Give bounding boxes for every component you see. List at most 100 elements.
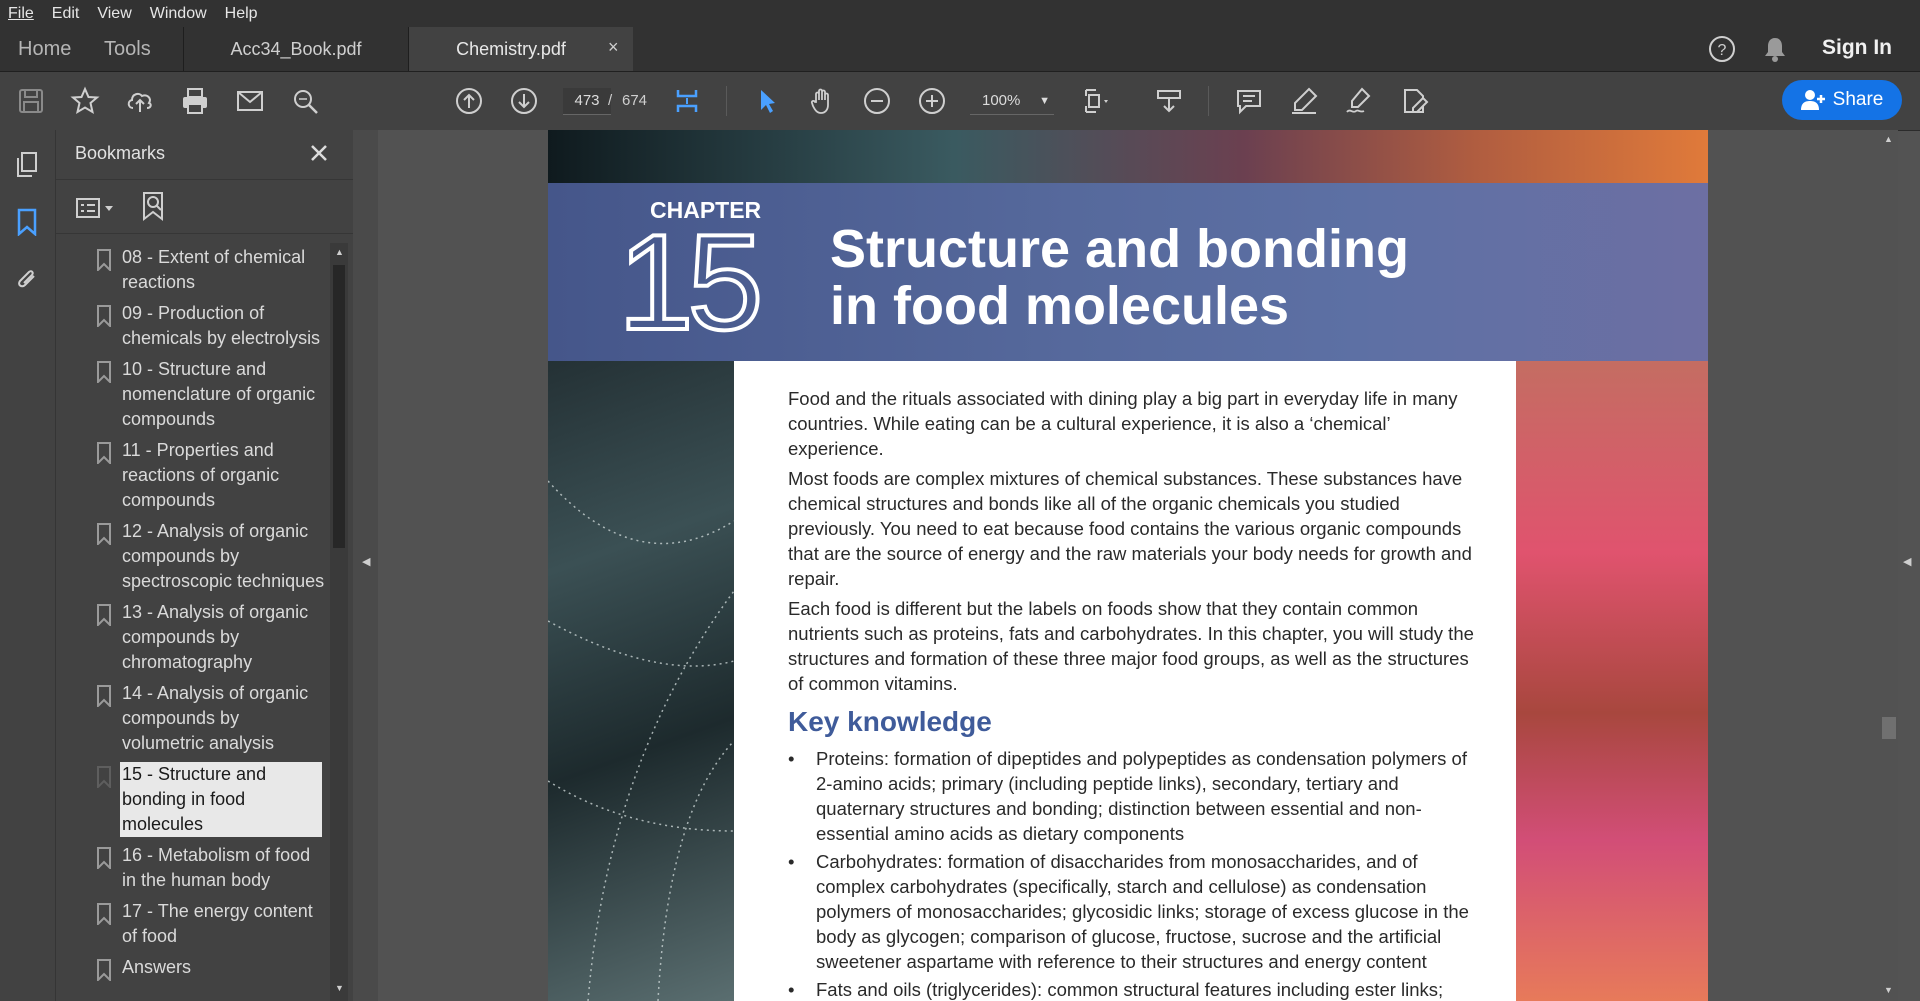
panel-divider — [56, 233, 353, 234]
bookmark-label: Answers — [122, 957, 192, 977]
chapter-banner: CHAPTER 15 Structure and bonding in food… — [548, 183, 1708, 361]
zoom-select[interactable]: 100% ▼ — [970, 88, 1054, 115]
previous-page-icon[interactable] — [452, 84, 486, 118]
bookmark-label: 15 - Structure and bonding in food molec… — [120, 762, 322, 837]
left-navigation-rail — [0, 130, 56, 1001]
page-thumbnails-icon[interactable] — [12, 150, 42, 180]
bookmark-label: 12 - Analysis of organic compounds by sp… — [122, 521, 325, 591]
close-panel-icon[interactable] — [308, 142, 330, 164]
bookmark-options-icon[interactable] — [75, 194, 119, 222]
scrollbar-thumb[interactable] — [1882, 717, 1896, 739]
star-icon[interactable] — [68, 84, 102, 118]
read-mode-icon[interactable] — [1152, 84, 1186, 118]
bookmark-label: 17 - The energy content of food — [122, 901, 313, 946]
bookmark-label: 14 - Analysis of organic compounds by vo… — [122, 683, 309, 753]
zoom-in-icon[interactable] — [915, 84, 949, 118]
cover-photo-left — [548, 361, 735, 1001]
find-bookmark-icon[interactable] — [140, 190, 170, 222]
bookmark-list: 08 - Extent of chemical reactions 09 - P… — [56, 245, 332, 1001]
sign-in-link[interactable]: Sign In — [1822, 36, 1892, 60]
body-text: Food and the rituals associated with din… — [788, 386, 1488, 1001]
tab-home[interactable]: Home — [18, 27, 71, 71]
bookmarks-title: Bookmarks — [75, 143, 166, 163]
highlight-pen-icon[interactable] — [1287, 84, 1321, 118]
panel-resize-handle[interactable]: ◀ — [353, 130, 378, 1001]
bookmark-icon — [97, 604, 111, 626]
page-number-input[interactable]: 473 — [563, 88, 611, 115]
page-content: Food and the rituals associated with din… — [734, 361, 1516, 1001]
next-page-icon[interactable] — [507, 84, 541, 118]
share-button[interactable]: Share — [1782, 80, 1902, 120]
select-cursor-icon[interactable] — [750, 84, 784, 118]
comment-icon[interactable] — [1232, 84, 1266, 118]
intro-paragraph-3: Each food is different but the labels on… — [788, 598, 1474, 694]
scroll-down-icon[interactable]: ▼ — [335, 983, 344, 993]
scrollbar-thumb[interactable] — [333, 265, 345, 548]
stamp-edit-icon[interactable] — [1397, 84, 1431, 118]
bookmarks-panel: Bookmarks 08 - Extent of chemical reacti… — [56, 130, 353, 1001]
chapter-title-line2: in food molecules — [830, 276, 1290, 336]
hand-tool-icon[interactable] — [805, 84, 839, 118]
svg-text:?: ? — [1718, 42, 1727, 59]
document-scrollbar[interactable]: ▲ ▼ — [1880, 130, 1898, 1001]
bookmark-label: 13 - Analysis of organic compounds by ch… — [122, 602, 309, 672]
share-label: Share — [1832, 89, 1884, 110]
chevron-down-icon: ▼ — [1039, 95, 1050, 107]
close-tab-icon[interactable]: × — [608, 37, 619, 58]
zoom-out-icon[interactable] — [860, 84, 894, 118]
help-icon[interactable]: ? — [1708, 35, 1736, 63]
scroll-up-icon[interactable]: ▲ — [1884, 134, 1893, 144]
tab-tools[interactable]: Tools — [104, 27, 151, 71]
bookmark-label: 10 - Structure and nomenclature of organ… — [122, 359, 316, 429]
bell-icon[interactable] — [1762, 35, 1788, 63]
intro-paragraph-2: Most foods are complex mixtures of chemi… — [788, 468, 1472, 589]
print-icon[interactable] — [178, 84, 212, 118]
bookmark-icon — [97, 361, 111, 383]
bookmark-label: 08 - Extent of chemical reactions — [122, 247, 306, 292]
menu-help[interactable]: Help — [225, 5, 258, 23]
bookmark-icon — [97, 305, 111, 327]
menu-edit[interactable]: Edit — [52, 5, 80, 23]
mail-icon[interactable] — [233, 84, 267, 118]
bookmark-scrollbar[interactable]: ▲ ▼ — [330, 243, 348, 1001]
cover-photo-top — [548, 130, 1708, 183]
bookmark-panel-icon[interactable] — [12, 207, 42, 237]
zoom-value: 100% — [982, 92, 1021, 109]
save-icon[interactable] — [14, 84, 48, 118]
attachment-icon[interactable] — [12, 263, 42, 293]
fit-page-icon[interactable] — [1080, 84, 1114, 118]
tab-document-chemistry[interactable]: Chemistry.pdf — [409, 27, 633, 71]
toolbar-divider — [726, 86, 727, 116]
tab-document-acc34[interactable]: Acc34_Book.pdf — [184, 27, 408, 71]
bookmark-icon — [97, 249, 111, 271]
draw-signature-icon[interactable] — [1342, 84, 1376, 118]
menu-window[interactable]: Window — [150, 5, 207, 23]
tab-bar: Home Tools Acc34_Book.pdf Chemistry.pdf … — [0, 27, 1920, 72]
page-separator: / — [608, 92, 613, 109]
key-knowledge-bullet: Fats and oils (triglycerides): common st… — [788, 977, 1488, 1001]
scroll-mode-icon[interactable] — [670, 84, 704, 118]
bookmark-icon — [97, 442, 111, 464]
bookmark-icon — [97, 766, 111, 788]
bookmark-label: 09 - Production of chemicals by electrol… — [122, 303, 321, 348]
menu-view[interactable]: View — [97, 5, 131, 23]
page-total: 674 — [622, 92, 648, 109]
intro-paragraph-1: Food and the rituals associated with din… — [788, 388, 1458, 459]
bookmark-icon — [97, 523, 111, 545]
bookmark-icon — [97, 903, 111, 925]
bookmark-icon — [97, 959, 111, 981]
cloud-upload-icon[interactable] — [123, 84, 157, 118]
search-icon[interactable] — [288, 84, 322, 118]
key-knowledge-bullet: Proteins: formation of dipeptides and po… — [788, 746, 1488, 846]
key-knowledge-heading: Key knowledge — [788, 706, 992, 737]
toolbar-divider — [1208, 86, 1209, 116]
scroll-down-icon[interactable]: ▼ — [1884, 985, 1893, 995]
bookmark-icon — [97, 685, 111, 707]
scroll-up-icon[interactable]: ▲ — [335, 247, 344, 257]
pdf-page: CHAPTER 15 Structure and bonding in food… — [548, 130, 1708, 1001]
collapse-panel-icon[interactable]: ◀ — [362, 555, 370, 568]
menu-file[interactable]: File — [8, 5, 34, 23]
expand-right-panel-icon[interactable]: ◀ — [1903, 555, 1911, 568]
panel-divider — [56, 179, 353, 180]
bookmark-icon — [97, 847, 111, 869]
